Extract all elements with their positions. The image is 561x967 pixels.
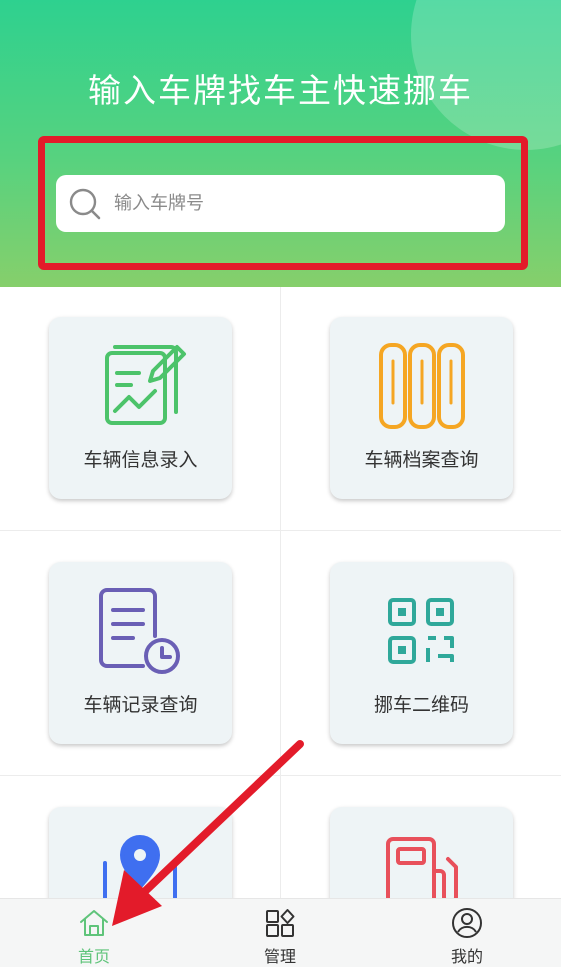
page-title: 输入车牌找车主快速挪车 [88,71,473,110]
search-placeholder: 输入车牌号 [114,193,204,214]
home-icon [80,910,108,936]
nav-item-home[interactable]: 首页 [34,899,154,967]
card-label: 车辆信息录入 [83,449,198,471]
map-location-card[interactable] [49,807,232,898]
qr-code-icon [388,598,454,664]
divider [0,530,561,531]
divider [0,775,561,776]
nav-label: 首页 [77,947,110,966]
card-label: 车辆档案查询 [364,449,479,471]
record-clock-icon [99,588,180,674]
fuel-pump-icon [386,837,458,898]
search-input[interactable]: 输入车牌号 [56,175,505,232]
move-car-qrcode-card[interactable]: 挪车二维码 [330,562,513,744]
bottom-nav: 首页 管理 我的 [0,898,561,967]
user-icon [452,908,482,938]
archive-binders-icon [379,343,465,429]
card-label: 车辆记录查询 [83,694,198,716]
nav-label: 管理 [263,947,296,966]
search-icon [69,188,101,220]
vehicle-archive-query-card[interactable]: 车辆档案查询 [330,317,513,499]
feature-grid: 车辆信息录入 车辆档案查询 车辆记录查询 挪车二维码 [0,287,561,898]
nav-label: 我的 [450,947,483,966]
nav-item-manage[interactable]: 管理 [220,899,340,967]
vehicle-record-query-card[interactable]: 车辆记录查询 [49,562,232,744]
edit-document-icon [105,345,186,425]
grid-icon [266,909,295,937]
map-location-icon [103,835,177,898]
card-label: 挪车二维码 [373,694,469,716]
fuel-station-card[interactable] [330,807,513,898]
nav-item-mine[interactable]: 我的 [407,899,527,967]
divider [280,287,281,898]
vehicle-info-entry-card[interactable]: 车辆信息录入 [49,317,232,499]
